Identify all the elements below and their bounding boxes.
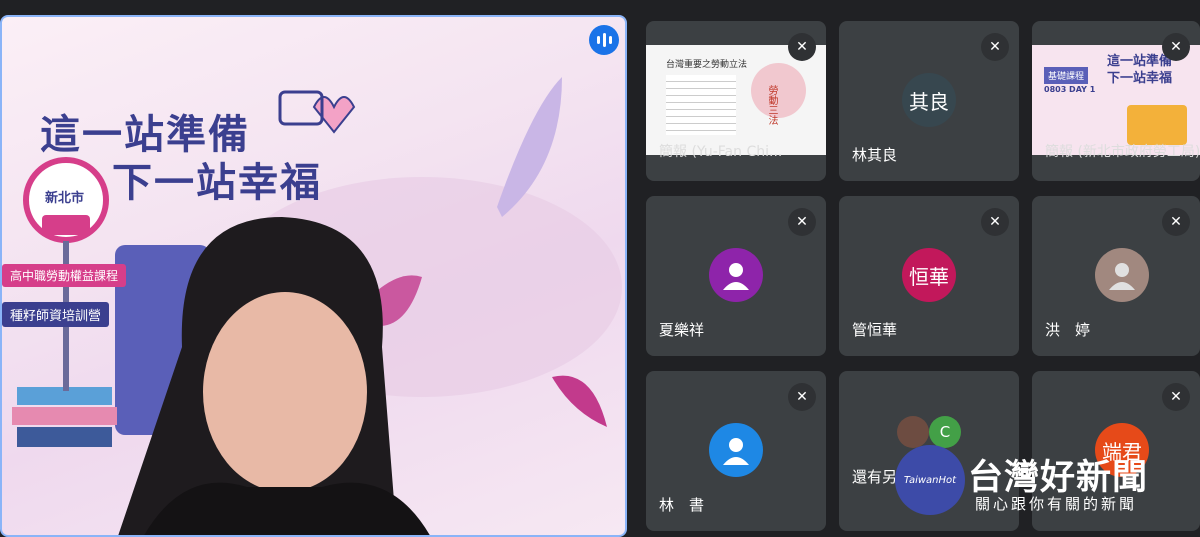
main-video-tile[interactable]: 這一站準備 下一站幸福 新北市 高中職勞動權益課程 種籽師資培訓營 (0, 15, 627, 537)
participant-tile-presentation-2[interactable]: 基礎課程 0803 DAY 1 這一站準備 下一站幸福 ✕ 簡報 (新北市政府勞… (1032, 21, 1200, 181)
participant-name: 管恒華 (852, 321, 898, 339)
person-avatar-icon (709, 423, 763, 477)
avatar: 恒華 (902, 248, 956, 302)
avatar: C (929, 416, 961, 448)
mic-muted-icon: ✕ (981, 33, 1009, 61)
city-badge: 新北市 (45, 191, 85, 206)
thumb-slide-side: 勞動三法 (766, 85, 777, 125)
mic-muted-icon: ✕ (788, 33, 816, 61)
thumb-slide-sub: 0803 DAY 1 (1044, 85, 1096, 94)
participant-name: 林 書 (659, 496, 705, 514)
shared-slide-thumbnail: 基礎課程 0803 DAY 1 這一站準備 下一站幸福 (1032, 45, 1200, 155)
participant-tile-presentation-1[interactable]: 台灣重要之勞動立法 勞動三法 ✕ 簡報 (Yu-Fan Chi... (646, 21, 826, 181)
slide-title-line2: 下一站幸福 (112, 160, 322, 206)
avatar: 其良 (902, 73, 956, 127)
mic-muted-icon: ✕ (788, 208, 816, 236)
thumb-slide-title: 台灣重要之勞動立法 (666, 60, 748, 70)
ribbon-camp: 種籽師資培訓營 (2, 302, 110, 327)
thumb-slide-tag: 基礎課程 (1044, 67, 1089, 84)
mic-muted-icon: ✕ (981, 208, 1009, 236)
participant-tile-6[interactable]: ✕ 洪 婷 (1032, 196, 1200, 356)
person-avatar-icon (1095, 248, 1149, 302)
participant-name: 林其良 (852, 146, 898, 164)
participant-tile-2[interactable]: ✕ 其良 林其良 (839, 21, 1019, 181)
mic-muted-icon: ✕ (788, 383, 816, 411)
participant-name: 夏樂祥 (659, 321, 705, 339)
participant-name: 洪 婷 (1045, 321, 1091, 339)
mic-muted-icon: ✕ (1162, 33, 1190, 61)
watermark-subtitle: 關心跟你有關的新聞 (975, 495, 1138, 513)
participant-name: 簡報 (新北市政府勞工局) (1045, 144, 1200, 160)
shared-slide-thumbnail: 台灣重要之勞動立法 勞動三法 (646, 45, 826, 155)
mic-muted-icon: ✕ (1162, 208, 1190, 236)
participant-tile-7[interactable]: ✕ 林 書 (646, 371, 826, 531)
presenter-face (203, 292, 367, 492)
ribbon-course: 高中職勞動權益課程 (2, 264, 127, 287)
mic-muted-icon: ✕ (1162, 383, 1190, 411)
participant-name: 簡報 (Yu-Fan Chi... (659, 144, 783, 160)
watermark-logo: TaiwanHot (895, 445, 965, 515)
person-avatar-icon (709, 248, 763, 302)
participant-tile-4[interactable]: ✕ 夏樂祥 (646, 196, 826, 356)
participant-tile-5[interactable]: ✕ 恒華 管恒華 (839, 196, 1019, 356)
avatar (897, 416, 929, 448)
speaking-indicator-icon (589, 25, 619, 55)
